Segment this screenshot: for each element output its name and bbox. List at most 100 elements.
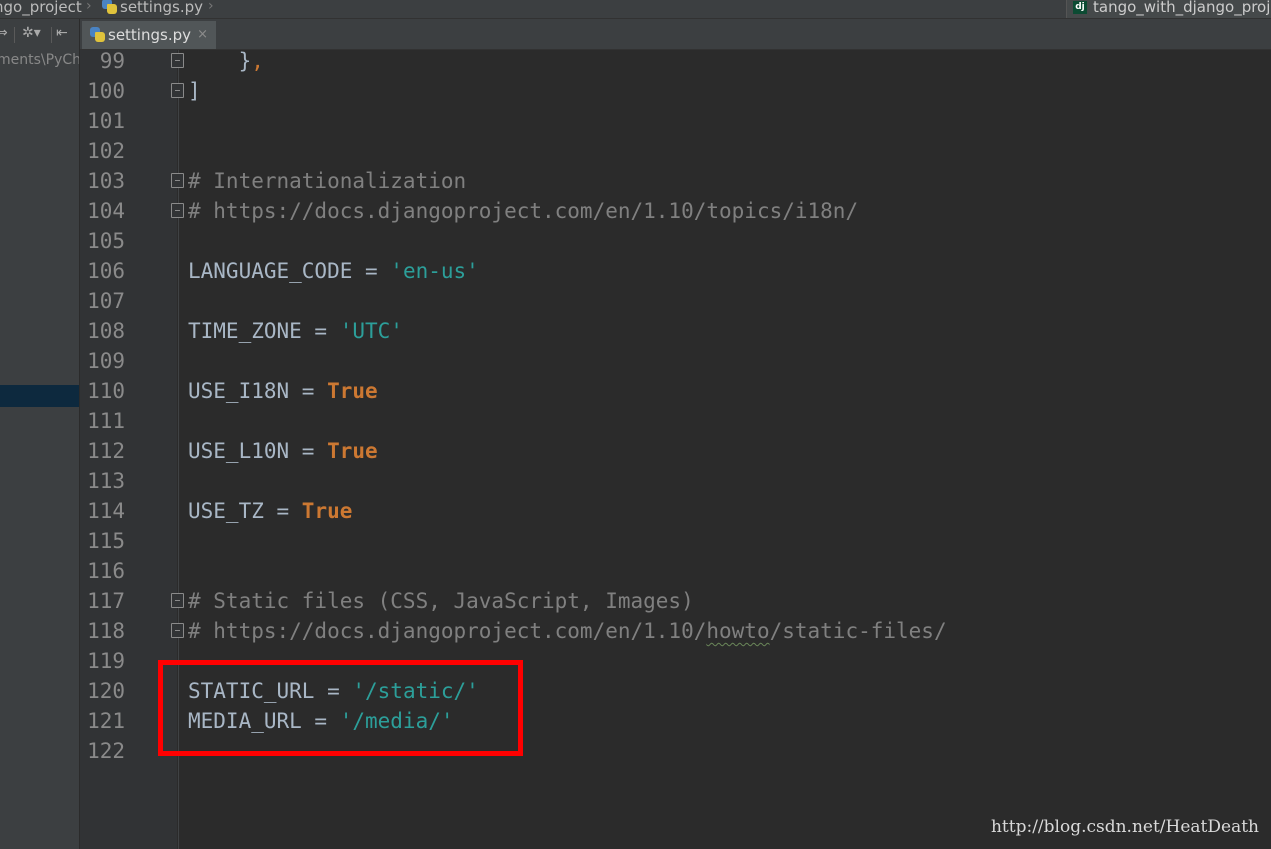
code-token: '/static/'	[352, 679, 479, 703]
editor-tab-bar: settings.py ×	[80, 19, 1271, 50]
breadcrumb-file-label: settings.py	[120, 0, 203, 16]
code-line: 119	[80, 646, 1271, 676]
code-line: 100]	[80, 76, 1271, 106]
code-line: 99 },	[80, 50, 1271, 76]
code-text: USE_I18N = True	[188, 376, 378, 406]
code-token: ]	[188, 79, 201, 103]
django-icon: dj	[1073, 1, 1087, 14]
line-number: 114	[87, 499, 125, 523]
code-line: 121 MEDIA_URL = '/media/'	[80, 706, 1271, 736]
fold-marker-icon[interactable]	[171, 203, 184, 218]
code-text: MEDIA_URL = '/media/'	[188, 706, 454, 736]
code-token: howto	[706, 619, 770, 643]
python-file-icon	[90, 27, 105, 42]
code-token: TIME_ZONE =	[188, 319, 340, 343]
breadcrumb-separator-icon: ›	[86, 0, 92, 14]
watermark: http://blog.csdn.net/HeatDeath	[990, 817, 1259, 837]
code-line: 122	[80, 736, 1271, 766]
code-text: ]	[188, 76, 201, 106]
line-number: 111	[87, 409, 125, 433]
fold-marker-icon[interactable]	[171, 623, 184, 638]
code-line: 103 # Internationalization	[80, 166, 1271, 196]
code-line: 105	[80, 226, 1271, 256]
code-line: 108 TIME_ZONE = 'UTC'	[80, 316, 1271, 346]
code-line: 120 STATIC_URL = '/static/'	[80, 676, 1271, 706]
line-number: 106	[87, 259, 125, 283]
django-project-tab-label: tango_with_django_proj	[1093, 0, 1271, 16]
tab-settings-py[interactable]: settings.py ×	[82, 21, 216, 49]
ide-window: ngo_project › settings.py › dj tango_with…	[0, 0, 1271, 849]
line-number: 121	[87, 709, 125, 733]
code-text: # https://docs.djangoproject.com/en/1.10…	[188, 616, 947, 646]
code-text: # Internationalization	[188, 166, 466, 196]
code-line: 110 USE_I18N = True	[80, 376, 1271, 406]
line-number: 100	[87, 79, 125, 103]
code-token: True	[327, 379, 378, 403]
code-token: USE_I18N =	[188, 379, 328, 403]
close-icon[interactable]: ×	[197, 21, 208, 49]
code-line: 118 # https://docs.djangoproject.com/en/1…	[80, 616, 1271, 646]
line-number: 120	[87, 679, 125, 703]
line-number: 108	[87, 319, 125, 343]
code-line: 113	[80, 466, 1271, 496]
code-token: # Static files (CSS, JavaScript, Images)	[188, 589, 694, 613]
code-line: 107	[80, 286, 1271, 316]
fold-marker-icon[interactable]	[171, 173, 184, 188]
fold-marker-icon[interactable]	[171, 83, 184, 98]
tab-label: settings.py	[108, 26, 191, 44]
code-line: 111	[80, 406, 1271, 436]
code-token: USE_TZ =	[188, 499, 302, 523]
line-number: 117	[87, 589, 125, 613]
code-editor[interactable]: 99 }, 100] 101 102 103 # Internationalization…	[80, 50, 1271, 849]
code-line: 114 USE_TZ = True	[80, 496, 1271, 526]
line-number: 118	[87, 619, 125, 643]
fold-marker-icon[interactable]	[171, 53, 184, 68]
project-panel-toolbar: ⇔ ✲▾ ⇤	[0, 19, 79, 49]
line-number: 115	[87, 529, 125, 553]
code-line: 104 # https://docs.djangoproject.com/en/1…	[80, 196, 1271, 226]
line-number: 116	[87, 559, 125, 583]
code-text: # https://docs.djangoproject.com/en/1.10…	[188, 196, 858, 226]
line-number: 102	[87, 139, 125, 163]
code-line: 102	[80, 136, 1271, 166]
breadcrumb-separator-icon: ›	[208, 0, 214, 14]
fold-marker-icon[interactable]	[171, 593, 184, 608]
code-token: '/media/'	[339, 709, 454, 733]
code-token: MEDIA_URL =	[188, 709, 340, 733]
code-line: 117 # Static files (CSS, JavaScript, Imag…	[80, 586, 1271, 616]
code-token: True	[327, 439, 378, 463]
code-token: STATIC_URL =	[188, 679, 353, 703]
code-token: 'en-us'	[390, 259, 479, 283]
code-line: 116	[80, 556, 1271, 586]
code-text: TIME_ZONE = 'UTC'	[188, 316, 403, 346]
code-token: True	[301, 499, 353, 523]
code-token: # https://docs.djangoproject.com/en/1.10…	[188, 619, 707, 643]
line-number: 112	[87, 439, 125, 463]
code-text: USE_TZ = True	[188, 496, 352, 526]
line-number: 122	[87, 739, 125, 763]
code-text: },	[188, 50, 264, 76]
code-text: LANGUAGE_CODE = 'en-us'	[188, 256, 479, 286]
code-token: # https://docs.djangoproject.com/en/1.10…	[188, 199, 859, 223]
project-tree-selected-row[interactable]	[0, 385, 79, 407]
line-number: 109	[87, 349, 125, 373]
line-number: 101	[87, 109, 125, 133]
hide-icon[interactable]: ⇤	[56, 25, 68, 41]
project-tree-path[interactable]: ments\PyCh	[0, 52, 79, 68]
code-text: STATIC_URL = '/static/'	[188, 676, 479, 706]
code-token: /static-files/	[769, 619, 947, 643]
gear-icon[interactable]: ✲▾	[22, 25, 41, 41]
line-number: 105	[87, 229, 125, 253]
breadcrumb-project[interactable]: ngo_project	[0, 0, 82, 17]
python-file-icon	[102, 0, 117, 14]
code-line: 109	[80, 346, 1271, 376]
django-project-tab[interactable]: dj tango_with_django_proj	[1066, 0, 1271, 18]
line-number: 113	[87, 469, 125, 493]
collapse-icon[interactable]: ⇔	[0, 25, 8, 41]
code-token: USE_L10N =	[188, 439, 328, 463]
line-number: 110	[87, 379, 125, 403]
code-text: # Static files (CSS, JavaScript, Images)	[188, 586, 694, 616]
breadcrumb-file[interactable]: settings.py	[102, 0, 203, 17]
line-number: 103	[87, 169, 125, 193]
project-panel: ⇔ ✲▾ ⇤ ments\PyCh	[0, 19, 80, 849]
